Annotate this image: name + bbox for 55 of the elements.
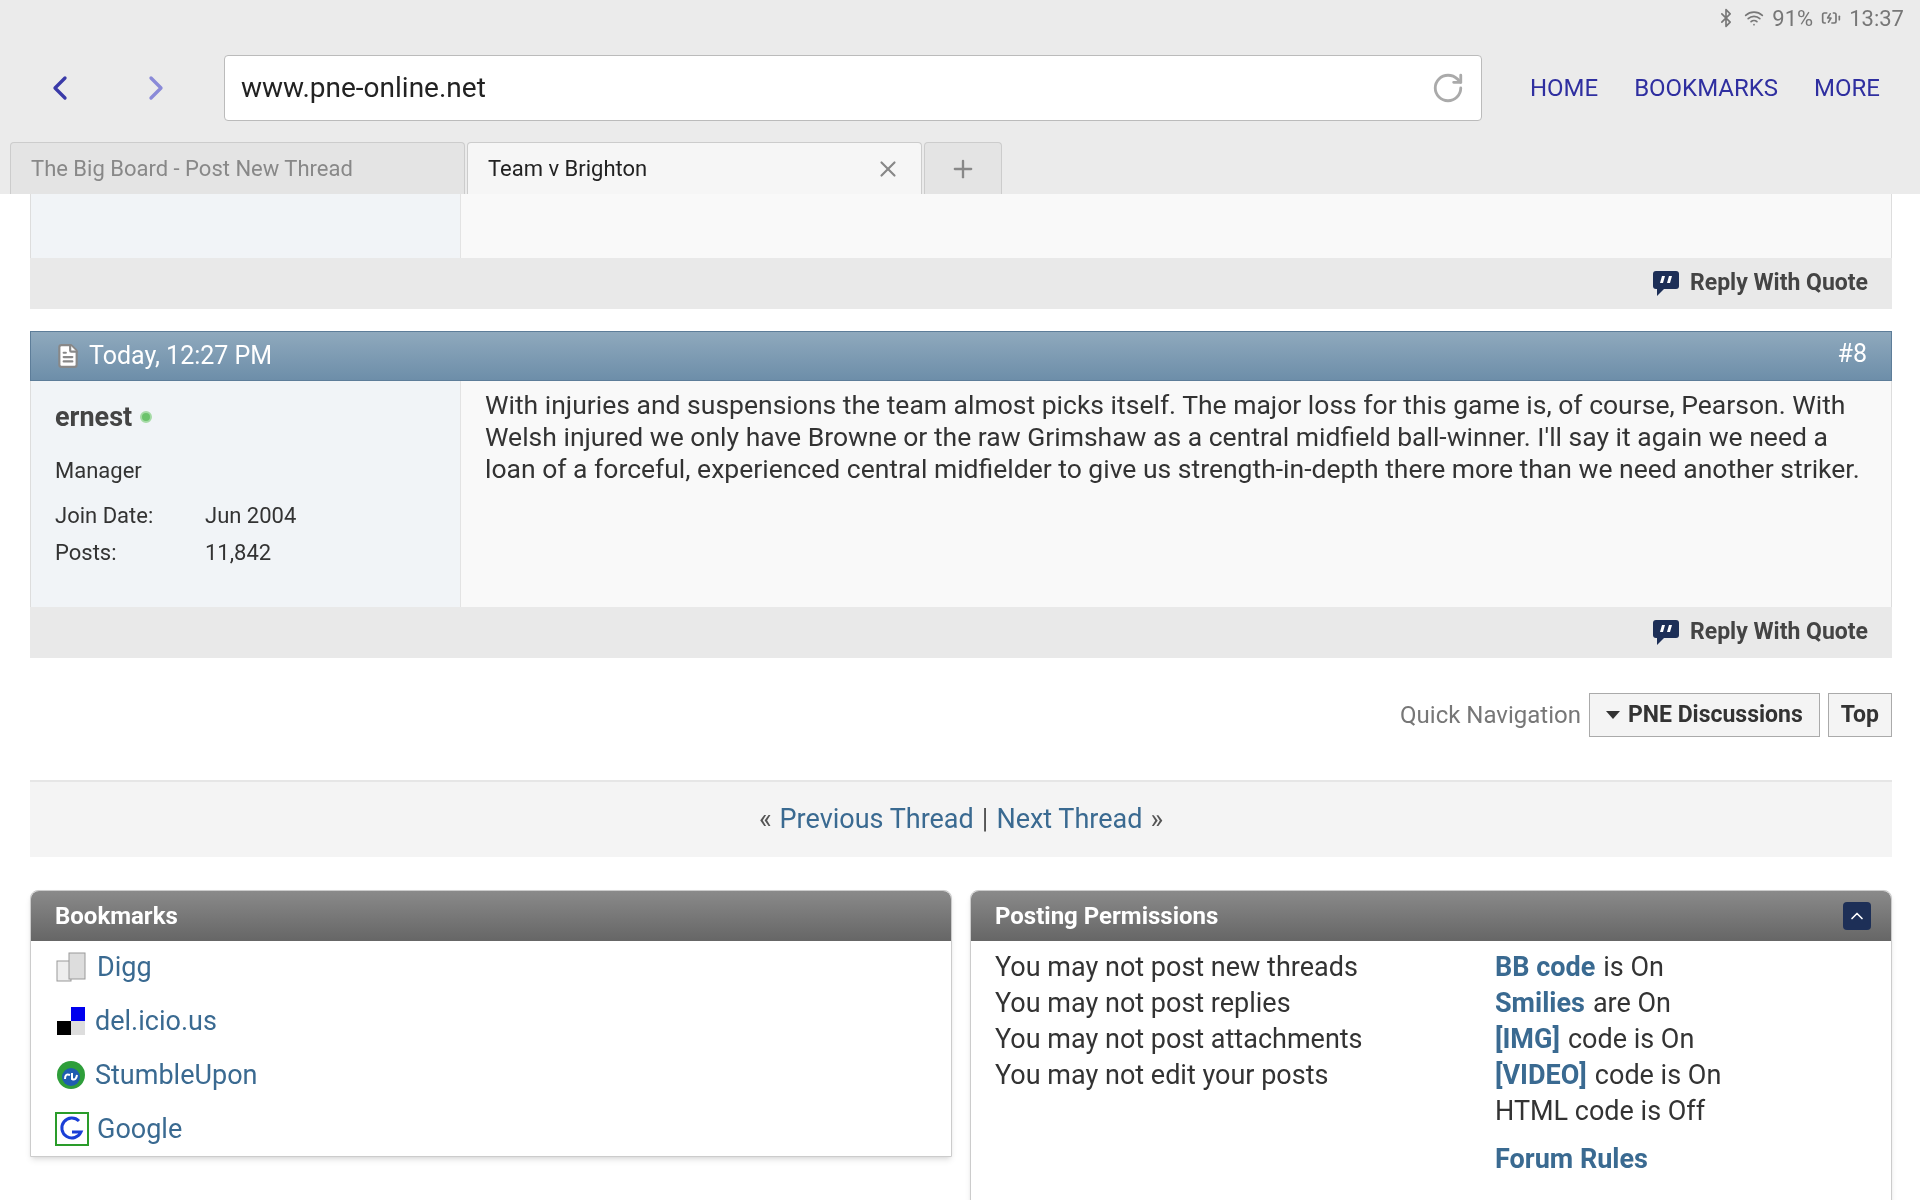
setting-status: are On — [1592, 986, 1671, 1021]
quote-bubble-icon — [1652, 618, 1682, 647]
wifi-icon — [1744, 8, 1765, 28]
permission-text: You may not post attachments — [995, 1022, 1364, 1057]
user-rank: Manager — [55, 456, 143, 485]
quick-navigation-label: Quick Navigation — [1400, 700, 1581, 731]
username[interactable]: ernest — [55, 397, 133, 438]
clock: 13:37 — [1849, 4, 1904, 33]
stumbleupon-icon — [55, 1059, 87, 1091]
previous-thread-link[interactable]: Previous Thread — [779, 799, 974, 840]
reply-with-quote-button[interactable]: Reply With Quote — [1652, 266, 1868, 301]
detail-label: Join Date: — [55, 501, 155, 530]
previous-mark: « — [758, 802, 772, 838]
quote-bubble-icon — [1652, 269, 1682, 298]
next-thread-link[interactable]: Next Thread — [996, 799, 1143, 840]
delicious-icon — [55, 1005, 87, 1037]
permission-text: You may not post replies — [995, 986, 1292, 1021]
menu-link[interactable]: BOOKMARKS — [1634, 70, 1779, 106]
permission-text: You may not edit your posts — [995, 1058, 1330, 1093]
reply-with-quote-button[interactable]: Reply With Quote — [1652, 615, 1868, 650]
bookmark-link[interactable]: StumbleUpon — [55, 1053, 927, 1097]
menu-link[interactable]: MORE — [1814, 70, 1880, 106]
document-icon — [55, 343, 81, 369]
setting-link[interactable]: Smilies — [1495, 985, 1585, 1021]
next-mark: » — [1150, 802, 1164, 838]
permission-text: You may not post new threads — [995, 950, 1359, 985]
menu-link[interactable]: HOME — [1529, 70, 1599, 106]
setting-status: code is On — [1594, 1058, 1722, 1093]
browser-tab[interactable]: Team v Brighton — [467, 142, 922, 194]
detail-value: 11,842 — [205, 538, 272, 567]
bookmark-link[interactable]: Digg — [55, 945, 927, 989]
dropdown-caret-icon — [1605, 711, 1620, 719]
setting-status: HTML code is Off — [1495, 1094, 1707, 1129]
forum-rules-link[interactable]: Forum Rules — [1495, 1141, 1722, 1177]
collapse-button[interactable] — [1843, 902, 1871, 930]
bookmark-link[interactable]: Google — [55, 1107, 927, 1151]
google-icon — [55, 1112, 89, 1146]
post-message: With injuries and suspensions the team almost picks itself. The major loss for this game is, of course, Pearson. With Welsh injured we only have Browne or the raw Grimshaw as a central midfield ball-winner. I'll say it again we need a loan of a forceful, experienced central midfielder to give us strength-in-depth there more than we need another striker. — [485, 389, 1861, 485]
top-button[interactable]: Top — [1827, 693, 1892, 737]
setting-link[interactable]: [IMG] — [1495, 1021, 1560, 1057]
post-date: Today, 12:27 PM — [89, 340, 273, 373]
setting-status: is On — [1603, 950, 1664, 985]
forum-select[interactable]: PNE Discussions — [1588, 693, 1820, 737]
setting-link[interactable]: BB code — [1495, 949, 1596, 985]
detail-label: Posts: — [55, 538, 118, 567]
bookmark-link[interactable]: del.icio.us — [55, 999, 927, 1043]
panel-title: Posting Permissions — [995, 901, 1219, 932]
panel-title: Bookmarks — [55, 901, 178, 932]
digg-icon — [55, 951, 89, 983]
separator: | — [981, 802, 989, 838]
setting-status: code is On — [1567, 1022, 1695, 1057]
address-bar[interactable]: www.pne-online.net — [224, 55, 1482, 121]
setting-link[interactable]: [VIDEO] — [1495, 1057, 1587, 1093]
detail-value: Jun 2004 — [205, 501, 297, 530]
battery-percentage: 91% — [1772, 4, 1814, 33]
